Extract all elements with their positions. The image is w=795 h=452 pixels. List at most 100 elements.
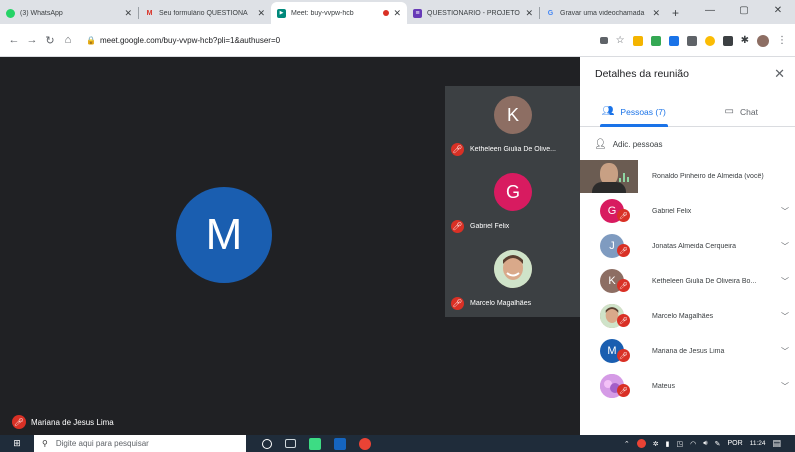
list-item[interactable]: G 🎤︎ Gabriel Felix ﹀ xyxy=(580,194,795,229)
participant-name: Gabriel Felix xyxy=(470,223,510,230)
close-window-icon[interactable]: ✕ xyxy=(761,0,795,24)
search-placeholder: Digite aqui para pesquisar xyxy=(55,439,149,448)
system-tray: ⌃ ✲ ▮ ◳ ◠ 🔊︎ ✎ POR 11:24 ▤ xyxy=(624,435,781,452)
menu-icon[interactable]: ⋮ xyxy=(777,35,787,46)
list-item[interactable]: 🎤︎ Mateus ﹀ xyxy=(580,369,795,404)
profile-avatar[interactable] xyxy=(757,34,769,47)
tab-people-label: Pessoas (7) xyxy=(620,106,666,117)
participant-name: Gabriel Felix xyxy=(652,208,692,215)
mic-off-icon: 🎤︎ xyxy=(617,384,630,397)
extension-icon[interactable] xyxy=(632,35,643,46)
minimize-icon[interactable]: — xyxy=(693,0,727,24)
participant-tile[interactable]: G 🎤︎ Gabriel Felix xyxy=(445,163,580,240)
chevron-down-icon[interactable]: ﹀ xyxy=(781,381,789,392)
close-icon[interactable]: ✕ xyxy=(525,8,533,19)
participant-name: Marcelo Magalhães xyxy=(652,313,714,320)
avatar xyxy=(494,250,532,288)
tab-title: QUESTIONÁRIO - PROJETO xyxy=(427,9,520,17)
extension-icon[interactable] xyxy=(668,35,679,46)
mic-off-icon: 🎤︎ xyxy=(617,279,630,292)
participant-tile[interactable]: 🎤︎ Marcelo Magalhães xyxy=(445,240,580,317)
participant-name: Ronaldo Pinheiro de Almeida (você) xyxy=(652,173,764,180)
battery-icon[interactable]: ▮ xyxy=(666,440,670,448)
tab-people[interactable]: 👥︎ Pessoas (7) xyxy=(580,97,688,127)
app-icon[interactable] xyxy=(309,437,321,450)
volume-icon[interactable]: 🔊︎ xyxy=(703,440,707,448)
browser-toolbar: ← → ↻ ⌂ 🔒 meet.google.com/buy-vvpw-hcb?p… xyxy=(0,24,795,57)
address-bar[interactable]: meet.google.com/buy-vvpw-hcb?pli=1&authu… xyxy=(100,36,280,45)
main-speaker-label: 🎤︎ Mariana de Jesus Lima xyxy=(12,415,114,429)
main-speaker-avatar: M xyxy=(176,187,272,283)
reload-icon[interactable]: ↻ xyxy=(42,34,58,47)
windows-start-icon[interactable]: ⊞ xyxy=(0,435,34,452)
tile-label: 🎤︎ Gabriel Felix xyxy=(451,220,576,233)
maximize-icon[interactable]: ▢ xyxy=(727,0,761,24)
language-indicator[interactable]: POR xyxy=(728,440,743,447)
avatar: K xyxy=(494,96,532,134)
mic-off-icon: 🎤︎ xyxy=(617,314,630,327)
close-icon[interactable]: ✕ xyxy=(774,66,785,82)
panel-title: Detalhes da reunião xyxy=(595,68,689,80)
participant-tile[interactable]: K 🎤︎ Ketheleen Giulia De Olive... xyxy=(445,86,580,163)
chevron-down-icon[interactable]: ﹀ xyxy=(781,311,789,322)
notifications-icon[interactable]: ▤ xyxy=(772,438,781,449)
add-people-button[interactable]: 👤︎ Adic. pessoas xyxy=(594,139,663,150)
tab-whatsapp[interactable]: (3) WhatsApp ✕ xyxy=(0,2,138,24)
chrome-icon[interactable] xyxy=(359,437,371,450)
close-icon[interactable]: ✕ xyxy=(124,8,132,19)
star-icon[interactable]: ☆ xyxy=(616,35,625,46)
new-tab-button[interactable]: + xyxy=(672,6,679,20)
wifi-icon[interactable]: ◠ xyxy=(690,440,696,448)
tab-chat-label: Chat xyxy=(739,106,758,117)
list-item[interactable]: J 🎤︎ Jonatas Almeida Cerqueira ﹀ xyxy=(580,229,795,264)
participant-name: Mateus xyxy=(652,383,675,390)
tab-title: Gravar uma videochamada xyxy=(560,9,645,17)
panel-tabs: 👥︎ Pessoas (7) ▭ Chat xyxy=(580,97,795,127)
mic-off-icon: 🎤︎ xyxy=(451,220,464,233)
tray-app-icon[interactable] xyxy=(636,439,646,448)
pen-icon[interactable]: ✎ xyxy=(715,440,721,448)
mic-off-icon: 🎤︎ xyxy=(451,143,464,156)
extension-icon[interactable] xyxy=(722,35,733,46)
chevron-down-icon[interactable]: ﹀ xyxy=(781,346,789,357)
chevron-down-icon[interactable]: ﹀ xyxy=(781,206,789,217)
lock-icon[interactable]: 🔒 xyxy=(86,36,96,45)
meeting-details-panel: Detalhes da reunião ✕ 👥︎ Pessoas (7) ▭ C… xyxy=(580,57,795,435)
tab-forms[interactable]: ≡ QUESTIONÁRIO - PROJETO ✕ xyxy=(407,2,539,24)
tray-app-icon[interactable]: ✲ xyxy=(653,440,659,448)
chevron-up-icon[interactable]: ⌃ xyxy=(624,440,630,448)
extension-icon[interactable] xyxy=(650,35,661,46)
list-item[interactable]: K 🎤︎ Ketheleen Giulia De Oliveira Bo... … xyxy=(580,264,795,299)
task-view-icon[interactable] xyxy=(285,439,296,448)
close-icon[interactable]: ✕ xyxy=(393,8,401,19)
back-icon[interactable]: ← xyxy=(6,34,22,46)
close-icon[interactable]: ✕ xyxy=(652,8,660,19)
forward-icon[interactable]: → xyxy=(24,34,40,46)
mic-off-icon: 🎤︎ xyxy=(12,415,26,429)
network-icon[interactable]: ◳ xyxy=(676,440,683,448)
extension-icon[interactable] xyxy=(686,35,697,46)
list-item[interactable]: Ronaldo Pinheiro de Almeida (você) xyxy=(580,159,795,194)
tab-gmail[interactable]: M Seu formulário QUESTIONÁ ✕ xyxy=(139,2,271,24)
close-icon[interactable]: ✕ xyxy=(257,8,265,19)
window-controls: — ▢ ✕ xyxy=(693,0,795,24)
extension-icon[interactable] xyxy=(704,35,715,46)
chevron-down-icon[interactable]: ﹀ xyxy=(781,241,789,252)
avatar: G xyxy=(494,173,532,211)
mic-off-icon: 🎤︎ xyxy=(617,244,630,257)
home-icon[interactable]: ⌂ xyxy=(60,34,76,46)
list-item[interactable]: M 🎤︎ Mariana de Jesus Lima ﹀ xyxy=(580,334,795,369)
cortana-icon[interactable] xyxy=(262,438,272,449)
puzzle-icon[interactable]: ✱ xyxy=(741,35,749,46)
tab-title: Meet: buy-vvpw-hcb xyxy=(291,9,354,17)
taskbar-search-box[interactable]: ⚲ Digite aqui para pesquisar xyxy=(34,435,246,452)
chevron-down-icon[interactable]: ﹀ xyxy=(781,276,789,287)
app-icon[interactable] xyxy=(334,437,346,450)
tab-chat[interactable]: ▭ Chat xyxy=(688,97,795,126)
list-item[interactable]: 🎤︎ Marcelo Magalhães ﹀ xyxy=(580,299,795,334)
clock[interactable]: 11:24 xyxy=(750,440,766,448)
search-icon: ⚲ xyxy=(42,439,48,448)
tab-google-search[interactable]: G Gravar uma videochamada ✕ xyxy=(540,2,666,24)
tab-meet[interactable]: ▶ Meet: buy-vvpw-hcb ✕ xyxy=(271,2,407,24)
camera-icon[interactable] xyxy=(599,37,608,44)
